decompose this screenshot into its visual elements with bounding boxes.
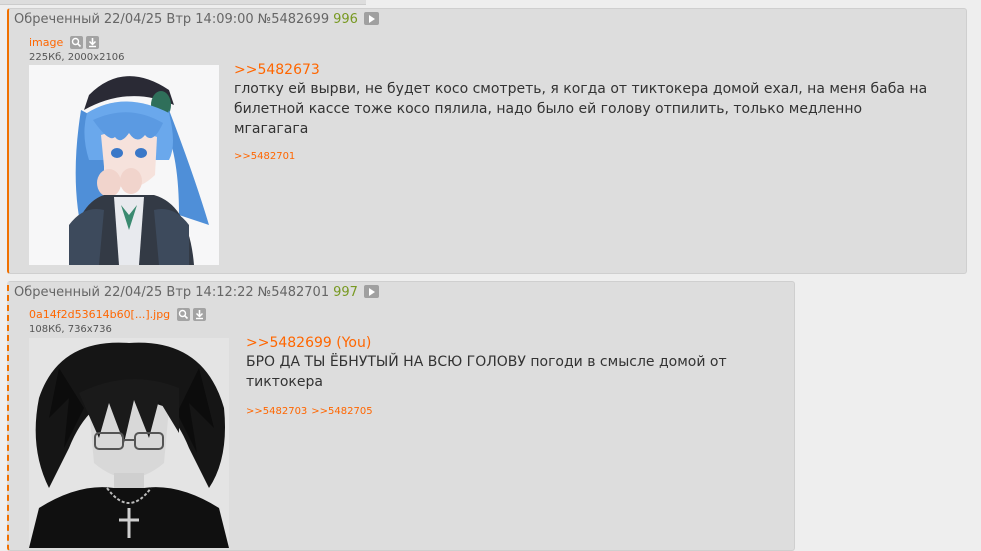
previous-post-edge xyxy=(0,0,366,5)
post: Обреченный 22/04/25 Втр 14:12:22 №5482701 9… xyxy=(7,281,795,551)
file-meta: 225Кб, 2000x2106 xyxy=(29,52,125,63)
monochrome-portrait-illustration xyxy=(29,338,229,548)
post-details: Обреченный 22/04/25 Втр 14:09:00 №5482699 9… xyxy=(14,12,383,28)
post-image-thumbnail[interactable] xyxy=(29,65,219,265)
poster-name: Обреченный xyxy=(14,285,100,300)
reply-ref-link[interactable]: >>5482705 xyxy=(311,406,372,417)
reply-ref-link[interactable]: >>5482701 xyxy=(234,151,295,162)
file-info: 0a14f2d53614b60[...].jpg xyxy=(29,308,206,322)
reply-ref-link[interactable]: >>5482703 xyxy=(246,406,307,417)
post-body: >>5482699 (You) БРО ДА ТЫ ЁБНУТЫЙ НА ВСЮ… xyxy=(246,334,786,417)
poster-name: Обреченный xyxy=(14,12,100,27)
file-name-link[interactable]: 0a14f2d53614b60[...].jpg xyxy=(29,308,170,321)
post-count: 997 xyxy=(333,285,358,300)
post-count: 996 xyxy=(333,12,358,27)
post-message: глотку ей вырви, не будет косо смотреть,… xyxy=(234,81,928,137)
post-datetime: 22/04/25 Втр 14:12:22 xyxy=(103,285,254,300)
anime-girl-illustration xyxy=(29,65,219,265)
post-body: >>5482673 глотку ей вырви, не будет косо… xyxy=(234,61,934,162)
search-icon[interactable] xyxy=(176,308,190,321)
post-replies: >>5482701 xyxy=(234,151,934,162)
download-icon[interactable] xyxy=(192,308,206,321)
file-info: image xyxy=(29,36,99,50)
post-datetime: 22/04/25 Втр 14:09:00 xyxy=(103,12,254,27)
file-meta: 108Кб, 736x736 xyxy=(29,324,112,335)
post: Обреченный 22/04/25 Втр 14:09:00 №5482699 9… xyxy=(7,8,967,274)
file-name-link[interactable]: image xyxy=(29,36,63,49)
play-icon[interactable] xyxy=(363,285,379,298)
download-icon[interactable] xyxy=(85,36,99,49)
play-icon[interactable] xyxy=(363,12,379,25)
post-image-thumbnail[interactable] xyxy=(29,338,229,548)
post-number-link[interactable]: №5482701 xyxy=(258,285,329,300)
search-icon[interactable] xyxy=(69,36,83,49)
reply-link[interactable]: >>5482699 (You) xyxy=(246,334,786,352)
reply-link[interactable]: >>5482673 xyxy=(234,61,934,79)
post-number-link[interactable]: №5482699 xyxy=(258,12,329,27)
post-replies: >>5482703 >>5482705 xyxy=(246,406,786,417)
post-details: Обреченный 22/04/25 Втр 14:12:22 №5482701 9… xyxy=(14,285,383,301)
post-message: БРО ДА ТЫ ЁБНУТЫЙ НА ВСЮ ГОЛОВУ погоди в… xyxy=(246,354,727,390)
